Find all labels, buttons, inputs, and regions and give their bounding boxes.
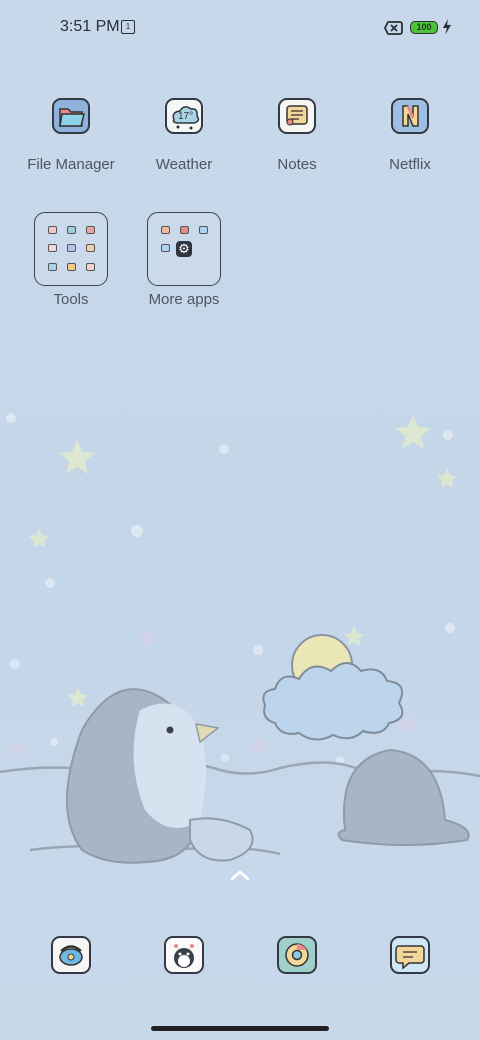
chrome-icon <box>277 936 317 974</box>
dock-chrome[interactable] <box>242 936 352 974</box>
app-notes[interactable]: Notes <box>242 98 352 173</box>
app-netflix[interactable]: Netflix <box>355 98 465 173</box>
penguin-back <box>337 748 470 846</box>
chevron-up-icon[interactable] <box>229 868 251 882</box>
calendar-notification-icon: 1 <box>121 20 135 34</box>
wallpaper-illustration <box>0 413 480 864</box>
settings-icon: ⚙ <box>176 241 192 257</box>
status-bar: 3:51 PM 1 100 <box>0 0 480 56</box>
weather-temperature: 17° <box>178 111 193 122</box>
app-label: File Manager <box>27 156 115 173</box>
dock-contacts[interactable] <box>129 936 239 974</box>
app-label: Weather <box>155 156 213 173</box>
folder-more-apps[interactable]: ⚙ <box>147 212 221 286</box>
cloud <box>262 662 404 741</box>
no-sim-icon <box>384 21 403 35</box>
folder-tools[interactable] <box>34 212 108 286</box>
star-decoration <box>59 440 95 474</box>
app-weather[interactable]: 17° Weather <box>129 98 239 173</box>
app-label: Notes <box>277 156 317 173</box>
folder-label: Tools <box>53 291 89 308</box>
home-gesture-bar[interactable] <box>151 1026 329 1031</box>
notes-icon <box>278 98 316 134</box>
star-decoration <box>395 415 431 449</box>
star-decoration <box>344 626 364 646</box>
clock: 3:51 PM <box>60 18 120 35</box>
app-label: Netflix <box>389 156 431 173</box>
app-file-manager[interactable]: File Manager <box>16 98 126 173</box>
folder-label: More apps <box>148 291 220 308</box>
star-decoration <box>68 687 88 707</box>
star-decoration <box>29 528 49 548</box>
battery-indicator: 100 <box>410 21 438 34</box>
dock-messages[interactable] <box>355 936 465 974</box>
star-decoration <box>437 468 457 488</box>
netflix-icon <box>391 98 429 134</box>
messages-icon <box>390 936 430 974</box>
charging-icon <box>443 19 451 35</box>
file-manager-icon <box>52 98 90 134</box>
contacts-penguin-icon <box>164 936 204 974</box>
phone-icon <box>51 936 91 974</box>
weather-icon: 17° <box>165 98 203 134</box>
dock-phone[interactable] <box>16 936 126 974</box>
